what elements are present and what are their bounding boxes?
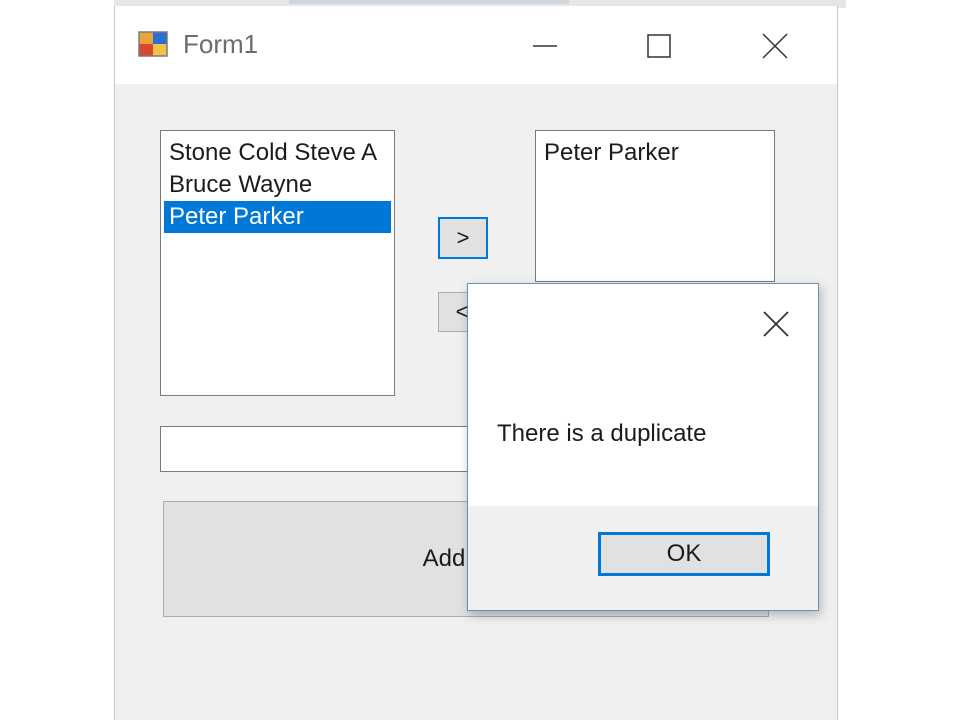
title-bar[interactable]: Form1 bbox=[115, 6, 837, 84]
name-input[interactable] bbox=[160, 426, 492, 472]
dialog-footer: OK bbox=[468, 506, 818, 610]
dialog-message: There is a duplicate bbox=[497, 420, 707, 447]
minimize-button[interactable] bbox=[515, 24, 575, 68]
list-item[interactable]: Bruce Wayne bbox=[161, 169, 394, 201]
window-title: Form1 bbox=[183, 29, 259, 59]
target-listbox[interactable]: Peter Parker bbox=[535, 130, 775, 282]
maximize-icon bbox=[647, 34, 671, 58]
list-item[interactable]: Peter Parker bbox=[536, 137, 774, 169]
duplicate-message-dialog: There is a duplicate OK bbox=[467, 283, 819, 611]
move-right-button[interactable]: > bbox=[438, 217, 488, 259]
list-item-selected[interactable]: Peter Parker bbox=[164, 201, 391, 233]
maximize-button[interactable] bbox=[629, 24, 689, 68]
background-left bbox=[0, 0, 114, 720]
close-icon bbox=[763, 311, 789, 337]
dialog-close-button[interactable] bbox=[760, 308, 792, 340]
close-icon bbox=[762, 33, 788, 59]
close-button[interactable] bbox=[745, 24, 805, 68]
minimize-icon bbox=[533, 45, 557, 47]
background-right bbox=[846, 0, 960, 720]
background-window-edge-bar bbox=[289, 0, 569, 4]
list-item[interactable]: Stone Cold Steve A bbox=[161, 137, 394, 169]
source-listbox[interactable]: Stone Cold Steve A Bruce Wayne Peter Par… bbox=[160, 130, 395, 396]
form-app-icon bbox=[138, 31, 168, 57]
ok-button[interactable]: OK bbox=[598, 532, 770, 576]
